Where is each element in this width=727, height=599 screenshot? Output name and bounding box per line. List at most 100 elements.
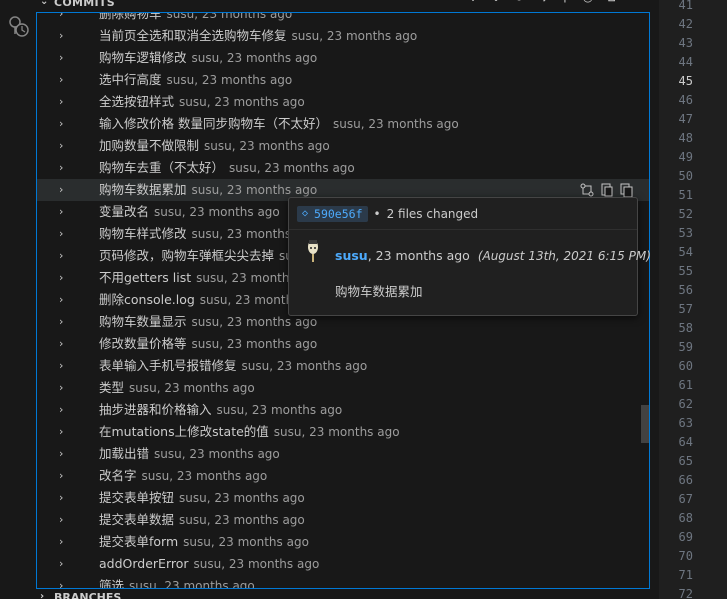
commit-row[interactable]: › 加购数量不做限制 susu, 23 months ago xyxy=(37,135,649,157)
commit-message-label: 页码修改，购物车弹框尖尖去掉 xyxy=(99,248,275,263)
chevron-right-icon[interactable]: › xyxy=(59,487,69,509)
collapse-all-icon[interactable]: ⧉ xyxy=(604,0,618,4)
commit-text: addOrderError susu, 23 months ago xyxy=(99,553,319,575)
line-number: 63 xyxy=(678,416,693,430)
chevron-right-icon[interactable]: › xyxy=(59,113,69,135)
refresh-icon[interactable]: ↻ xyxy=(512,0,526,4)
commit-row[interactable]: › 全选按钮样式 susu, 23 months ago xyxy=(37,91,649,113)
chevron-right-icon[interactable]: › xyxy=(59,69,69,91)
commit-sha: 590e56f xyxy=(314,207,363,221)
commit-row[interactable]: › 在mutations上修改state的值 susu, 23 months ago xyxy=(37,421,649,443)
commit-row[interactable]: › 抽步进器和价格输入 susu, 23 months ago xyxy=(37,399,649,421)
commit-row[interactable]: › 删除购物车 susu, 23 months ago xyxy=(37,12,649,25)
compare-icon[interactable]: ⇆ xyxy=(535,0,549,4)
commit-message-label: 提交表单form xyxy=(99,534,179,549)
chevron-right-icon[interactable]: › xyxy=(59,333,69,355)
chevron-right-icon[interactable]: › xyxy=(59,91,69,113)
chevron-right-icon[interactable]: › xyxy=(59,223,69,245)
commit-text: 抽步进器和价格输入 susu, 23 months ago xyxy=(99,399,342,421)
commit-message-label: 改名字 xyxy=(99,468,137,483)
commit-row[interactable]: › 购物车逻辑修改 susu, 23 months ago xyxy=(37,47,649,69)
commit-row[interactable]: › 选中行高度 susu, 23 months ago xyxy=(37,69,649,91)
line-number: 42 xyxy=(678,17,693,31)
commit-description: susu, 23 months ago xyxy=(179,491,305,505)
arrow-down-icon[interactable]: ↓ xyxy=(489,0,503,4)
compare-changes-icon[interactable] xyxy=(579,182,595,198)
chevron-right-icon[interactable]: › xyxy=(59,553,69,575)
line-number: 55 xyxy=(678,264,693,278)
more-actions-icon[interactable]: ⋯ xyxy=(627,0,641,4)
chevron-right-icon[interactable]: › xyxy=(59,245,69,267)
chevron-right-icon[interactable]: › xyxy=(59,465,69,487)
line-number: 53 xyxy=(678,226,693,240)
chevron-right-icon[interactable]: › xyxy=(59,47,69,69)
commit-message-label: 删除购物车 xyxy=(99,12,162,21)
chevron-right-icon[interactable]: › xyxy=(59,531,69,553)
open-file-icon[interactable] xyxy=(599,182,615,198)
chevron-right-icon[interactable]: › xyxy=(59,311,69,333)
history-icon[interactable]: ○ xyxy=(581,0,595,4)
commit-message: 购物车数据累加 xyxy=(335,284,423,299)
commit-hover-card: ◇ 590e56f • 2 files changed susu, 23 mon… xyxy=(288,197,651,316)
chevron-down-icon: ⌄ xyxy=(40,0,49,7)
line-number: 47 xyxy=(678,112,693,126)
chevron-right-icon[interactable]: › xyxy=(59,399,69,421)
line-number: 59 xyxy=(678,340,693,354)
source-control-graph-icon[interactable] xyxy=(5,12,31,38)
chevron-right-icon[interactable]: › xyxy=(59,575,69,588)
commit-message-label: 提交表单按钮 xyxy=(99,490,175,505)
line-number: 69 xyxy=(678,530,693,544)
commit-text: 改名字 susu, 23 months ago xyxy=(99,465,267,487)
chevron-right-icon[interactable]: › xyxy=(59,443,69,465)
commit-row[interactable]: › 提交表单数据 susu, 23 months ago xyxy=(37,509,649,531)
commit-message-label: 类型 xyxy=(99,380,125,395)
chevron-right-icon[interactable]: › xyxy=(59,377,69,399)
line-number: 56 xyxy=(678,283,693,297)
filter-icon[interactable]: ⚲ xyxy=(558,0,572,4)
chevron-right-icon[interactable]: › xyxy=(59,201,69,223)
git-commit-icon: ◇ xyxy=(302,208,309,219)
chevron-right-icon[interactable]: › xyxy=(59,25,69,47)
commit-message-label: 修改数量价格等 xyxy=(99,336,187,351)
commit-row[interactable]: › 当前页全选和取消全选购物车修复 susu, 23 months ago xyxy=(37,25,649,47)
chevron-right-icon[interactable]: › xyxy=(59,267,69,289)
commit-row[interactable]: › addOrderError susu, 23 months ago xyxy=(37,553,649,575)
arrow-up-icon[interactable]: ↑ xyxy=(466,0,480,4)
commit-row[interactable]: › 提交表单按钮 susu, 23 months ago xyxy=(37,487,649,509)
line-number: 58 xyxy=(678,321,693,335)
chevron-right-icon[interactable]: › xyxy=(59,157,69,179)
copy-icon[interactable] xyxy=(619,182,635,198)
hover-card-divider xyxy=(289,229,637,230)
line-number: 43 xyxy=(678,36,693,50)
commit-text: 筛选 susu, 23 months ago xyxy=(99,575,255,588)
commit-description: susu, 23 months ago xyxy=(191,183,318,197)
files-changed-link[interactable]: 2 files changed xyxy=(387,207,479,221)
commit-row[interactable]: › 购物车去重（不太好） susu, 23 months ago xyxy=(37,157,649,179)
chevron-right-icon[interactable]: › xyxy=(59,421,69,443)
commit-row[interactable]: › 筛选 susu, 23 months ago xyxy=(37,575,649,588)
chevron-right-icon: › xyxy=(40,591,45,599)
commit-row[interactable]: › 修改数量价格等 susu, 23 months ago xyxy=(37,333,649,355)
commits-section-header[interactable]: ⌄ COMMITS ↑ ↓ ↻ ⇆ ⚲ ○ ⧉ ⋯ xyxy=(36,0,659,12)
commit-text: 在mutations上修改state的值 susu, 23 months ago xyxy=(99,421,400,443)
commit-row[interactable]: › 类型 susu, 23 months ago xyxy=(37,377,649,399)
chevron-right-icon[interactable]: › xyxy=(59,289,69,311)
commit-row[interactable]: › 表单输入手机号报错修复 susu, 23 months ago xyxy=(37,355,649,377)
commit-text: 购物车数量显示 susu, 23 months ago xyxy=(99,311,317,333)
author-name[interactable]: susu xyxy=(335,248,368,263)
commit-description: susu, 23 months ago xyxy=(129,381,255,395)
commit-row[interactable]: › 提交表单form susu, 23 months ago xyxy=(37,531,649,553)
commit-row[interactable]: › 改名字 susu, 23 months ago xyxy=(37,465,649,487)
commit-row[interactable]: › 输入修改价格 数量同步购物车（不太好） susu, 23 months ago xyxy=(37,113,649,135)
line-number: 65 xyxy=(678,454,693,468)
line-number: 61 xyxy=(678,378,693,392)
chevron-right-icon[interactable]: › xyxy=(59,135,69,157)
commit-sha-badge[interactable]: ◇ 590e56f xyxy=(297,206,368,222)
chevron-right-icon[interactable]: › xyxy=(59,355,69,377)
chevron-right-icon[interactable]: › xyxy=(59,509,69,531)
line-number: 68 xyxy=(678,511,693,525)
chevron-right-icon[interactable]: › xyxy=(59,179,69,201)
chevron-right-icon[interactable]: › xyxy=(59,13,69,25)
commit-description: susu, 23 months ago xyxy=(179,513,305,527)
commit-row[interactable]: › 加载出错 susu, 23 months ago xyxy=(37,443,649,465)
